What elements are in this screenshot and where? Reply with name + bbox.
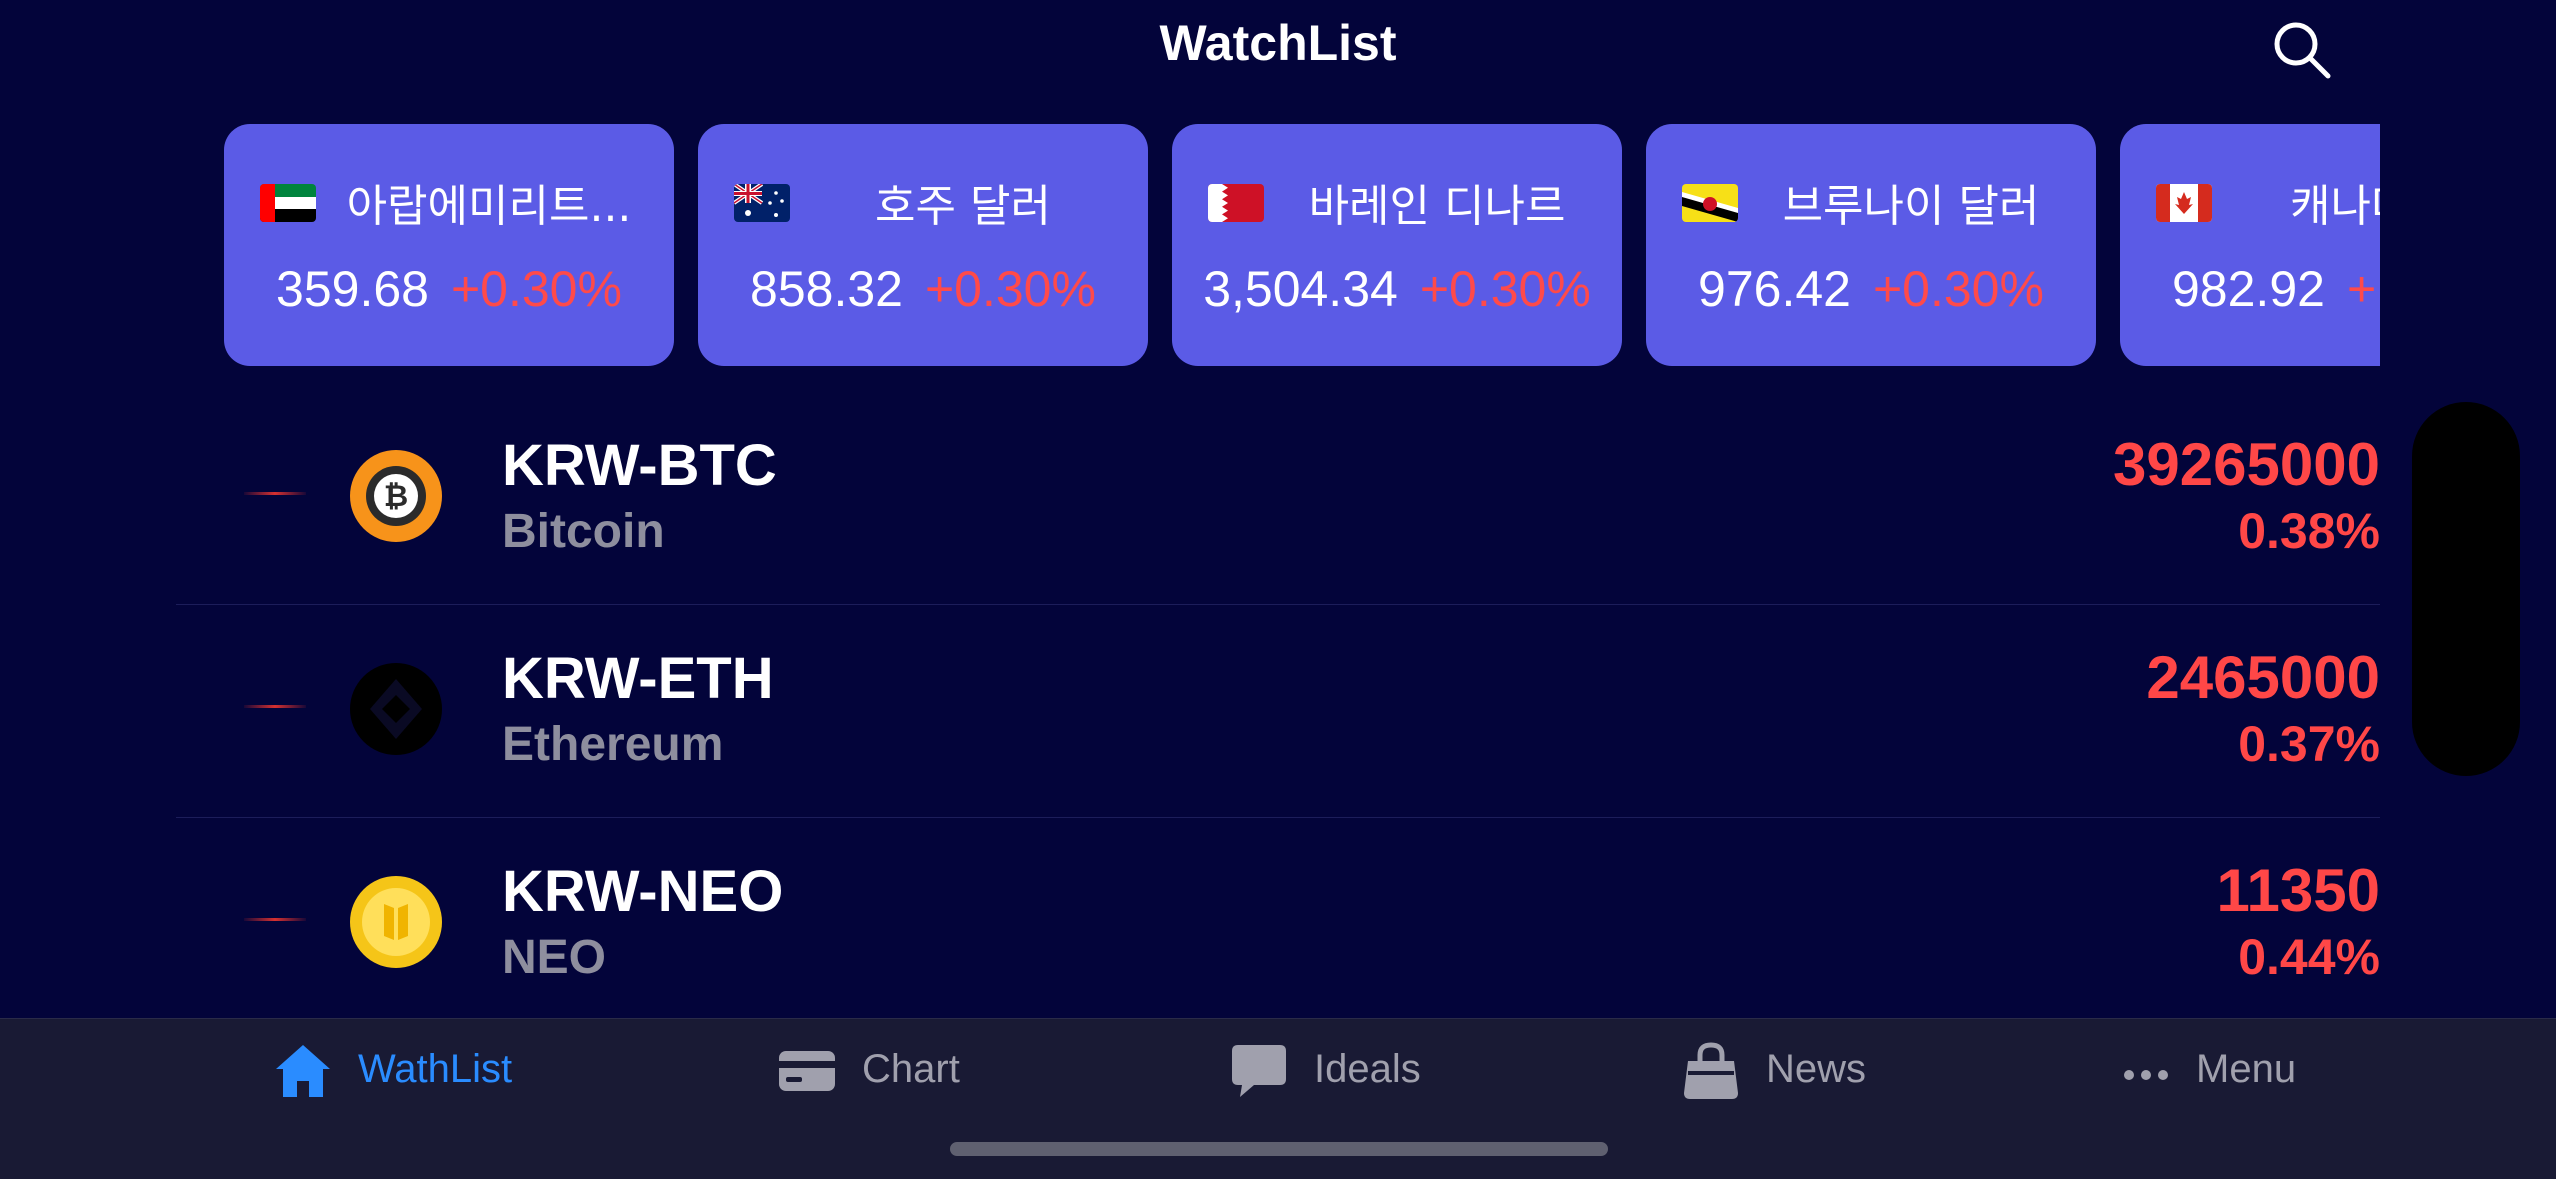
currency-name: 아랍에미리트...	[346, 181, 632, 232]
currency-name: 캐나다	[2290, 181, 2380, 232]
list-item[interactable]: KRW-ETH Ethereum 2465000 0.37%	[176, 605, 2380, 818]
australia-flag-icon	[734, 184, 790, 222]
tab-watchlist[interactable]: WathList	[272, 1037, 532, 1107]
bag-icon	[1680, 1041, 1742, 1101]
bitcoin-icon: ₿	[348, 448, 444, 544]
coin-list: ₿ KRW-BTC Bitcoin 39265000 0.38% KRW-ETH…	[176, 392, 2380, 1030]
list-item[interactable]: KRW-NEO NEO 11350 0.44%	[176, 818, 2380, 1030]
more-dots-icon	[2120, 1041, 2182, 1101]
sparkline	[244, 492, 306, 495]
side-handle[interactable]	[2412, 402, 2520, 776]
list-item[interactable]: ₿ KRW-BTC Bitcoin 39265000 0.38%	[176, 392, 2380, 605]
ethereum-icon	[348, 661, 444, 757]
tab-label: Ideals	[1314, 1047, 1421, 1091]
tab-label: News	[1766, 1047, 1867, 1091]
uae-flag-icon	[260, 184, 316, 222]
svg-text:₿: ₿	[384, 479, 408, 514]
coin-symbol: KRW-BTC	[502, 433, 777, 498]
coin-name: Bitcoin	[502, 505, 665, 558]
currency-change: +0.30%	[450, 261, 622, 317]
tab-chart[interactable]: Chart	[776, 1037, 996, 1107]
tab-ideals[interactable]: Ideals	[1228, 1037, 1468, 1107]
brunei-flag-icon	[1682, 184, 1738, 222]
currency-card[interactable]: 호주 달러 858.32 +0.30%	[698, 124, 1148, 366]
currency-name: 바레인 디나르	[1308, 181, 1566, 232]
currency-value: 976.42	[1698, 261, 1851, 317]
bahrain-flag-icon	[1208, 184, 1264, 222]
sparkline	[244, 705, 306, 708]
coin-change: 0.37%	[2238, 716, 2380, 772]
sparkline	[244, 918, 306, 921]
tab-menu[interactable]: Menu	[2120, 1037, 2360, 1107]
search-icon	[2268, 22, 2336, 88]
coin-change: 0.38%	[2238, 503, 2380, 559]
home-icon	[272, 1041, 334, 1101]
coin-symbol: KRW-NEO	[502, 859, 784, 924]
currency-card[interactable]: 바레인 디나르 3,504.34 +0.30%	[1172, 124, 1622, 366]
coin-name: NEO	[502, 931, 607, 984]
home-indicator	[950, 1142, 1608, 1156]
coin-name: Ethereum	[502, 718, 724, 771]
currency-carousel[interactable]: 아랍에미리트... 359.68 +0.30% 호주 달러 858.32 +0.…	[224, 124, 2380, 368]
search-button[interactable]	[2268, 16, 2336, 84]
neo-icon	[348, 874, 444, 970]
currency-change: +0.30%	[1872, 261, 2044, 317]
currency-name: 호주 달러	[875, 181, 1051, 232]
tab-label: WathList	[358, 1047, 513, 1091]
currency-name: 브루나이 달러	[1782, 181, 2040, 232]
currency-value: 359.68	[276, 261, 429, 317]
coin-symbol: KRW-ETH	[502, 646, 774, 711]
tab-label: Chart	[862, 1047, 960, 1091]
canada-flag-icon	[2156, 184, 2212, 222]
tab-news[interactable]: News	[1680, 1037, 1920, 1107]
tab-label: Menu	[2196, 1047, 2297, 1091]
currency-value: 858.32	[750, 261, 903, 317]
page-title: WatchList	[1159, 15, 1397, 71]
currency-card[interactable]: 캐나다 982.92 +	[2120, 124, 2380, 366]
currency-card[interactable]: 브루나이 달러 976.42 +0.30%	[1646, 124, 2096, 366]
coin-change: 0.44%	[2238, 929, 2380, 985]
currency-value: 3,504.34	[1203, 261, 1398, 317]
card-icon	[776, 1041, 838, 1101]
chat-bubble-icon	[1228, 1041, 1290, 1101]
currency-value: 982.92	[2172, 261, 2325, 317]
coin-price: 11350	[2216, 857, 2380, 924]
coin-price: 2465000	[2146, 644, 2380, 711]
currency-change: +	[2346, 261, 2377, 317]
currency-change: +0.30%	[1419, 261, 1591, 317]
currency-card[interactable]: 아랍에미리트... 359.68 +0.30%	[224, 124, 674, 366]
coin-price: 39265000	[2113, 431, 2380, 498]
watchlist-screen: WatchList 아랍에미리트... 359.68 +0.30% 호주 달러 …	[0, 0, 2556, 1179]
currency-change: +0.30%	[924, 261, 1096, 317]
